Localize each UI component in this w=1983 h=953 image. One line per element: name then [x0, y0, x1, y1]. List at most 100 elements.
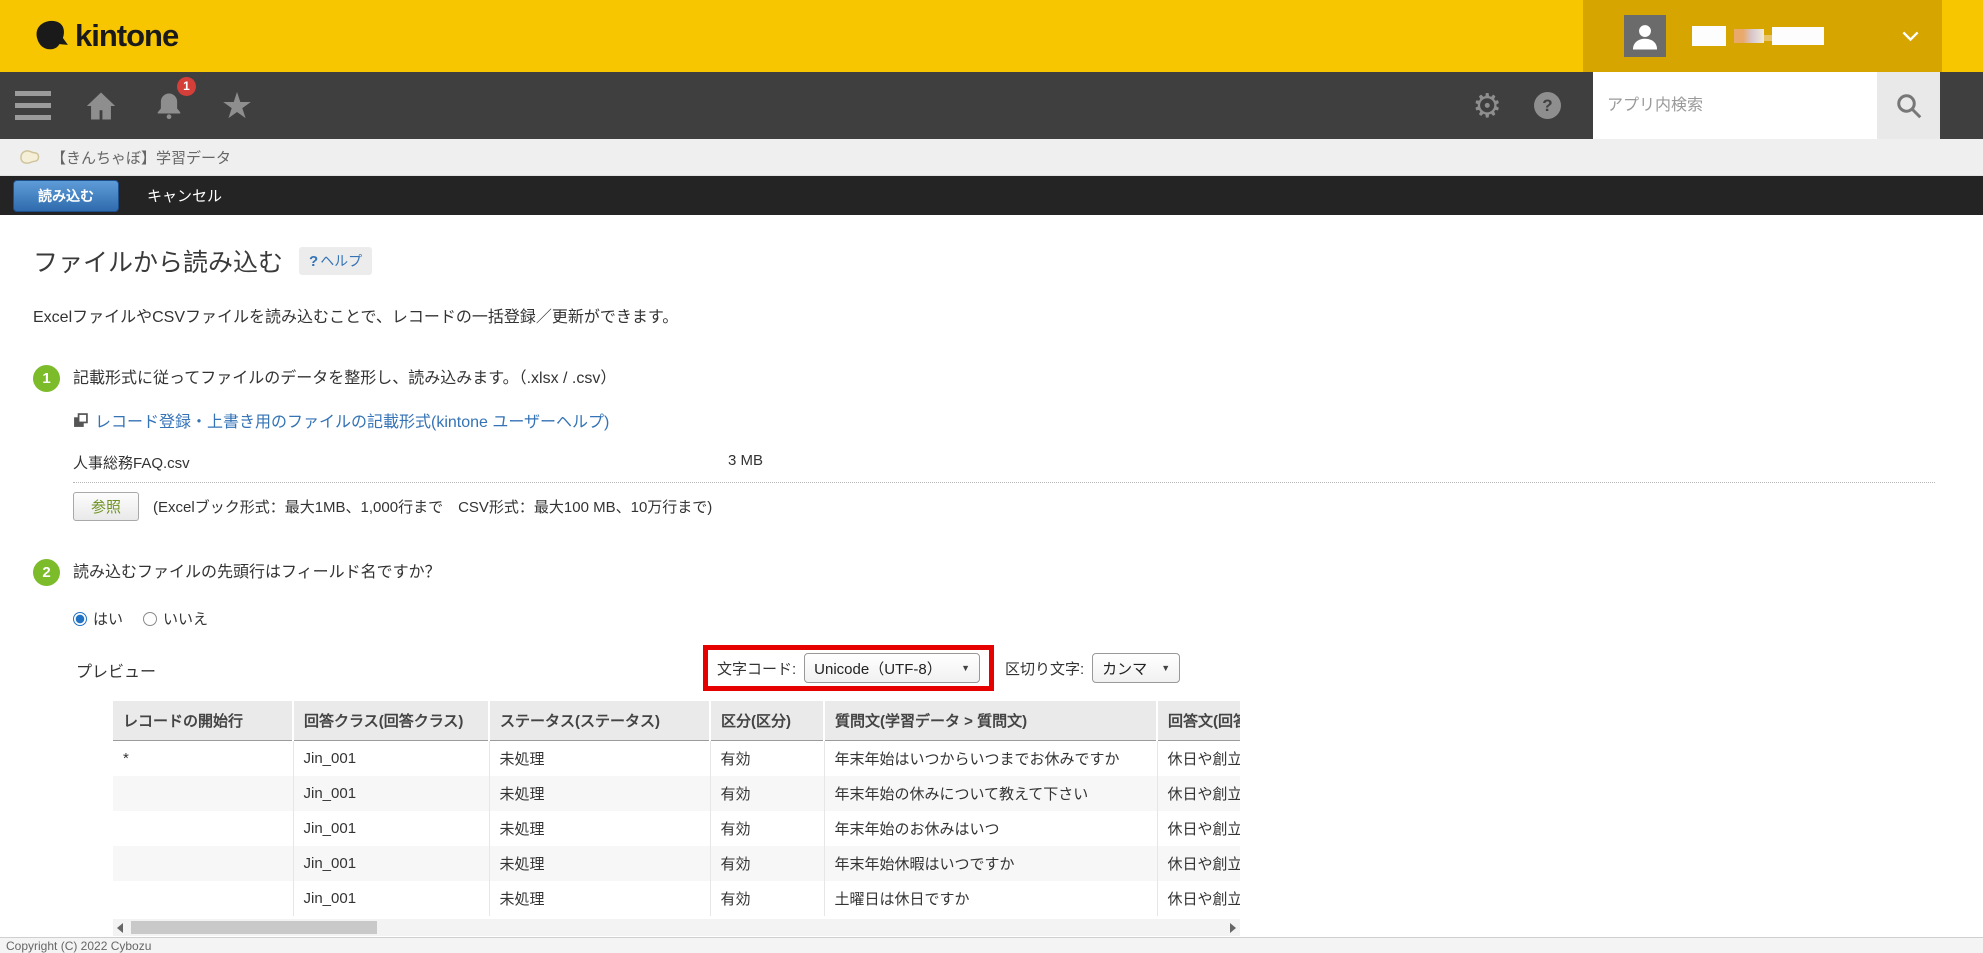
table-cell: 有効 — [710, 776, 824, 811]
radio-no-label: いいえ — [163, 608, 208, 629]
preview-label: プレビュー — [76, 658, 156, 682]
scroll-left-icon[interactable] — [117, 923, 123, 933]
table-row: *Jin_001未処理有効年末年始はいつからいつまでお休みですか休日や創立 — [113, 741, 1240, 777]
step1-number-badge: 1 — [33, 365, 60, 392]
delimiter-dropdown[interactable]: カンマ ▼ — [1092, 653, 1180, 683]
delimiter-value: カンマ — [1102, 658, 1147, 679]
favorite-star-icon[interactable]: ★ — [218, 86, 256, 126]
table-cell — [113, 776, 293, 811]
format-help-link[interactable]: レコード登録・上書き用のファイルの記載形式(kintone ユーザーヘルプ) — [95, 408, 609, 432]
table-cell: 未処理 — [489, 811, 710, 846]
action-bar: 読み込む キャンセル — [0, 176, 1983, 215]
table-cell: Jin_001 — [293, 776, 489, 811]
step1-row: 1 記載形式に従ってファイルのデータを整形し、読み込みます。（.xlsx / .… — [33, 365, 1983, 392]
step2-row: 2 読み込むファイルの先頭行はフィールド名ですか？ — [33, 559, 1983, 586]
table-cell: 休日や創立 — [1157, 741, 1240, 777]
browse-button[interactable]: 参照 — [73, 492, 139, 521]
dropdown-caret-icon: ▼ — [961, 663, 970, 673]
encoding-label: 文字コード: — [717, 658, 796, 679]
main-content: ファイルから読み込む ? ヘルプ ExcelファイルやCSVファイルを読み込むこ… — [0, 243, 1983, 953]
table-cell: 土曜日は休日ですか — [824, 881, 1157, 916]
table-cell: 休日や創立 — [1157, 776, 1240, 811]
table-cell: Jin_001 — [293, 846, 489, 881]
top-header-bar: kintone — [0, 0, 1983, 72]
search-button[interactable] — [1877, 72, 1940, 139]
table-cell: Jin_001 — [293, 881, 489, 916]
home-icon[interactable] — [82, 86, 120, 126]
scrollbar-thumb[interactable] — [131, 921, 377, 934]
chevron-down-icon — [1901, 30, 1920, 42]
radio-option-no[interactable]: いいえ — [143, 608, 208, 629]
logo-text: kintone — [75, 18, 178, 54]
table-cell — [113, 881, 293, 916]
breadcrumb-app-name[interactable]: 【きんちゃぼ】学習データ — [51, 147, 231, 168]
table-cell: 休日や創立 — [1157, 846, 1240, 881]
table-cell: 年末年始はいつからいつまでお休みですか — [824, 741, 1157, 777]
file-name: 人事総務FAQ.csv — [73, 452, 190, 473]
table-cell: 有効 — [710, 811, 824, 846]
help-link-label: ヘルプ — [320, 251, 362, 271]
notification-badge[interactable]: 1 — [177, 77, 196, 96]
app-icon — [18, 148, 41, 167]
step1-text: 記載形式に従ってファイルのデータを整形し、読み込みます。（.xlsx / .cs… — [73, 365, 616, 392]
external-link-icon — [73, 413, 88, 428]
column-header: 質問文(学習データ > 質問文) — [824, 701, 1157, 741]
import-button[interactable]: 読み込む — [13, 180, 119, 212]
table-cell: 年末年始休暇はいつですか — [824, 846, 1157, 881]
radio-option-yes[interactable]: はい — [73, 608, 123, 629]
notification-bell-icon[interactable]: 1 — [150, 86, 188, 126]
table-cell: * — [113, 741, 293, 777]
radio-selected-icon[interactable] — [73, 612, 87, 626]
table-cell: 休日や創立 — [1157, 881, 1240, 916]
delimiter-label: 区切り文字: — [1005, 658, 1084, 679]
preview-table-body: *Jin_001未処理有効年末年始はいつからいつまでお休みですか休日や創立Jin… — [113, 741, 1240, 917]
radio-unselected-icon[interactable] — [143, 612, 157, 626]
gear-icon[interactable]: ⚙ — [1472, 89, 1502, 122]
encoding-value: Unicode（UTF-8） — [814, 658, 942, 679]
help-link[interactable]: ? ヘルプ — [299, 247, 372, 275]
scroll-right-icon[interactable] — [1230, 923, 1236, 933]
divider — [73, 482, 1935, 483]
nav-spacer — [1940, 72, 1983, 139]
selected-file-row: 人事総務FAQ.csv 3 MB — [73, 452, 763, 473]
table-cell: Jin_001 — [293, 811, 489, 846]
table-cell — [113, 811, 293, 846]
file-size-limits: (Excelブック形式：最大1MB、1,000行まで CSV形式：最大100 M… — [153, 496, 712, 517]
file-size: 3 MB — [728, 452, 763, 473]
kintone-logo[interactable]: kintone — [33, 18, 178, 54]
question-mark-icon: ? — [309, 253, 318, 270]
user-avatar — [1624, 15, 1666, 57]
column-header: 回答クラス(回答クラス) — [293, 701, 489, 741]
cancel-button[interactable]: キャンセル — [147, 185, 222, 206]
table-cell: 休日や創立 — [1157, 811, 1240, 846]
column-header: ステータス(ステータス) — [489, 701, 710, 741]
table-cell: 未処理 — [489, 846, 710, 881]
table-cell: 年末年始の休みについて教えて下さい — [824, 776, 1157, 811]
hamburger-menu-icon[interactable] — [14, 86, 52, 126]
encoding-dropdown[interactable]: Unicode（UTF-8） ▼ — [804, 653, 980, 683]
radio-yes-label: はい — [93, 608, 123, 629]
search-icon — [1894, 91, 1924, 121]
kintone-window: kintone 1 ★ — [0, 0, 1983, 953]
horizontal-scrollbar[interactable] — [113, 919, 1240, 936]
footer: Copyright (C) 2022 Cybozu — [0, 937, 1983, 953]
table-cell: 未処理 — [489, 776, 710, 811]
preview-table-header-row: レコードの開始行回答クラス(回答クラス)ステータス(ステータス)区分(区分)質問… — [113, 701, 1240, 741]
search-input[interactable] — [1593, 72, 1877, 139]
dropdown-caret-icon: ▼ — [1161, 663, 1170, 673]
table-cell: Jin_001 — [293, 741, 489, 777]
table-cell: 有効 — [710, 881, 824, 916]
table-cell: 未処理 — [489, 741, 710, 777]
help-icon[interactable]: ? — [1534, 92, 1561, 119]
column-header: 回答文(回答文) — [1157, 701, 1240, 741]
global-navbar: 1 ★ ⚙ ? — [0, 72, 1983, 139]
table-cell — [113, 846, 293, 881]
table-row: Jin_001未処理有効年末年始の休みについて教えて下さい休日や創立 — [113, 776, 1240, 811]
copyright-text: Copyright (C) 2022 Cybozu — [6, 939, 151, 953]
redacted-username — [1692, 26, 1824, 46]
person-icon — [1628, 19, 1662, 53]
step2-number-badge: 2 — [33, 559, 60, 586]
user-menu[interactable] — [1583, 0, 1942, 72]
table-row: Jin_001未処理有効年末年始休暇はいつですか休日や創立 — [113, 846, 1240, 881]
encoding-highlight-box: 文字コード: Unicode（UTF-8） ▼ — [703, 645, 994, 691]
